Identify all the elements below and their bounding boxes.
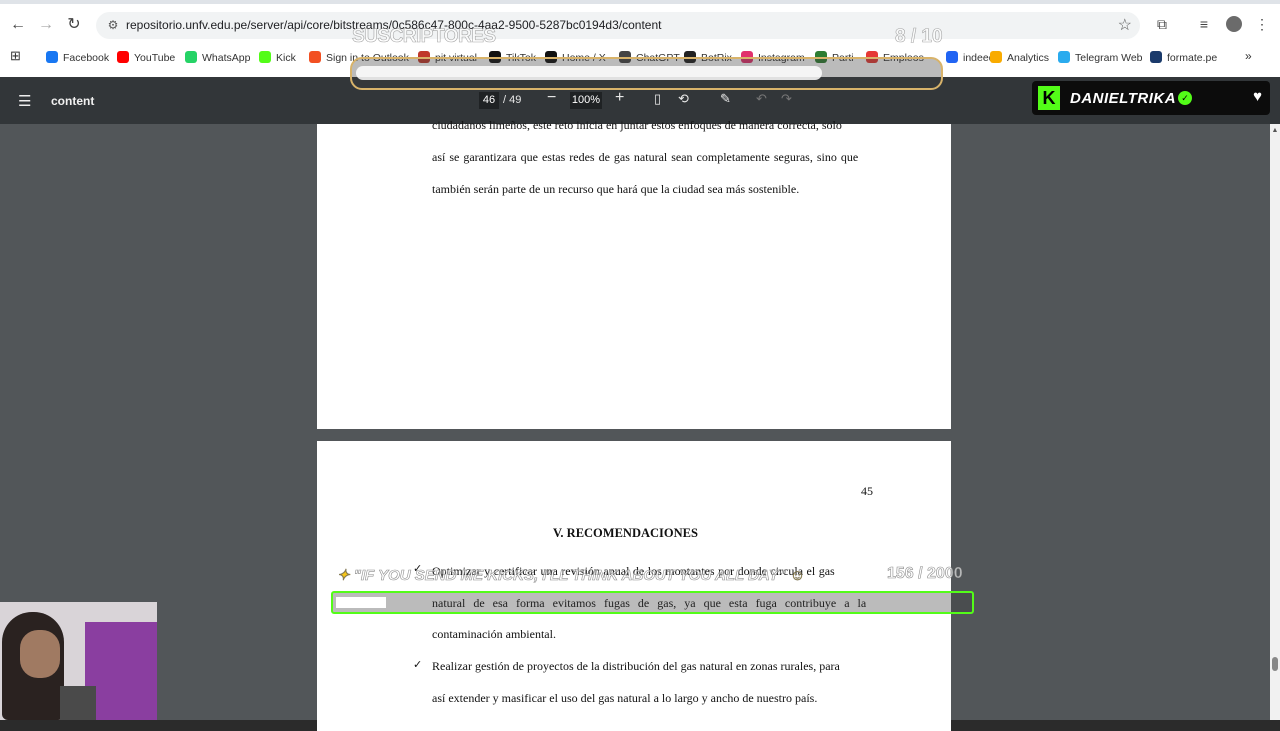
kicks-goal-fill	[336, 597, 386, 608]
body-text-line: ciudadanos limeños, este reto inicia en …	[432, 118, 842, 132]
address-bar[interactable]: ⚙ repositorio.unfv.edu.pe/server/api/cor…	[96, 12, 1140, 39]
page-total: / 49	[503, 94, 522, 106]
kick-logo-icon: K	[1038, 86, 1060, 110]
back-icon[interactable]: ←	[7, 14, 29, 36]
more-bookmarks-icon[interactable]: »	[1245, 48, 1252, 64]
profile-avatar[interactable]	[1226, 16, 1242, 32]
check-mark-icon: ✓	[413, 658, 423, 671]
pdf-page: ciudadanos limeños, este reto inicia en …	[317, 118, 951, 429]
streamer-badge: K DANIELTRIKA ✓ ♥	[1032, 81, 1270, 115]
forward-icon[interactable]: →	[35, 14, 57, 36]
verified-icon: ✓	[1178, 91, 1192, 105]
tab-strip	[0, 0, 1280, 4]
rotate-icon[interactable]: ⟲	[678, 91, 689, 107]
subscribers-goal-count: 8 / 10	[895, 26, 943, 48]
menu-icon[interactable]: ☰	[18, 92, 31, 110]
redo-icon[interactable]: ↷	[781, 91, 792, 107]
apps-grid-icon[interactable]: ⊞	[10, 48, 21, 64]
bookmark-analytics[interactable]: Analytics	[990, 50, 1049, 66]
favicon-icon	[259, 51, 271, 63]
favicon-icon	[990, 51, 1002, 63]
sparkle-icon: ✦	[337, 567, 350, 585]
extensions-icon[interactable]: ⧉	[1152, 14, 1172, 34]
favicon-icon	[46, 51, 58, 63]
page-number: 45	[861, 484, 873, 498]
scrollbar[interactable]: ▲	[1270, 124, 1280, 720]
bookmark-label: Telegram Web	[1075, 52, 1143, 64]
webcam-shirt	[60, 686, 96, 720]
zoom-in-icon[interactable]: +	[615, 89, 624, 107]
kicks-goal-text: "IF YOU SEND ME KICKS, I'LL THINK ABOUT …	[353, 567, 786, 585]
kicks-goal-count: 156 / 2000	[887, 565, 963, 583]
page-number-input[interactable]: 46	[479, 92, 499, 109]
favicon-icon	[1150, 51, 1162, 63]
more-menu-icon[interactable]: ⋮	[1252, 14, 1272, 34]
favicon-icon	[309, 51, 321, 63]
document-title: content	[51, 94, 95, 108]
bookmark-label: formate.pe	[1167, 52, 1218, 64]
subscribers-goal-label: SUSCRIPTORES	[352, 26, 497, 48]
streamer-name: DANIELTRIKA	[1070, 90, 1177, 107]
webcam-feed	[0, 602, 157, 720]
site-info-icon[interactable]: ⚙	[104, 16, 122, 34]
zoom-out-icon[interactable]: −	[547, 89, 556, 107]
bookmark-label: Analytics	[1007, 52, 1050, 64]
scroll-up-icon[interactable]: ▲	[1270, 127, 1280, 134]
kicks-goal-bar	[331, 591, 974, 614]
annotate-icon[interactable]: ✎	[720, 91, 731, 107]
pdf-page: 45 V. RECOMENDACIONES ✓ Optimizar y cert…	[317, 441, 951, 731]
bookmark-label: WhatsApp	[202, 52, 251, 64]
subscribers-goal-fill	[356, 66, 822, 80]
body-text-line: también serán parte de un recurso que ha…	[432, 182, 800, 196]
bookmark-label: Kick	[276, 52, 296, 64]
reading-list-icon[interactable]: ≡	[1194, 14, 1214, 34]
subscribers-goal-bar	[350, 57, 943, 90]
body-text-line: así se garantizara que estas redes de ga…	[432, 150, 859, 164]
section-heading: V. RECOMENDACIONES	[553, 526, 698, 540]
scrollbar-thumb[interactable]	[1272, 657, 1278, 671]
reload-icon[interactable]: ↻	[63, 14, 85, 36]
bookmark-facebook[interactable]: Facebook	[46, 50, 109, 66]
undo-icon[interactable]: ↶	[756, 91, 767, 107]
bookmark-formate-pe[interactable]: formate.pe	[1150, 50, 1217, 66]
bookmark-youtube[interactable]: YouTube	[117, 50, 175, 66]
smirk-emoji-icon: ☺	[789, 567, 806, 585]
body-text-line: así extender y masificar el uso del gas …	[432, 691, 818, 705]
pdf-viewer[interactable]: ciudadanos limeños, este reto inicia en …	[0, 118, 1270, 731]
favicon-icon	[946, 51, 958, 63]
kicks-goal-label: ✦ "IF YOU SEND ME KICKS, I'LL THINK ABOU…	[337, 566, 806, 585]
bookmark-indeed[interactable]: indeed	[946, 50, 995, 66]
favicon-icon	[117, 51, 129, 63]
fit-page-icon[interactable]: ▯	[654, 91, 661, 107]
bookmark-telegram-web[interactable]: Telegram Web	[1058, 50, 1143, 66]
zoom-input[interactable]: 100%	[570, 92, 602, 109]
bookmark-label: YouTube	[134, 52, 176, 64]
favicon-icon	[185, 51, 197, 63]
bookmark-whatsapp[interactable]: WhatsApp	[185, 50, 250, 66]
bookmark-kick[interactable]: Kick	[259, 50, 296, 66]
webcam-face	[20, 630, 60, 678]
bookmark-label: Facebook	[63, 52, 110, 64]
favicon-icon	[1058, 51, 1070, 63]
heart-icon: ♥	[1253, 88, 1262, 105]
body-text-line: contaminación ambiental.	[432, 627, 556, 641]
body-text-line: Realizar gestión de proyectos de la dist…	[432, 659, 840, 673]
bookmark-star-icon[interactable]: ☆	[1118, 15, 1132, 35]
